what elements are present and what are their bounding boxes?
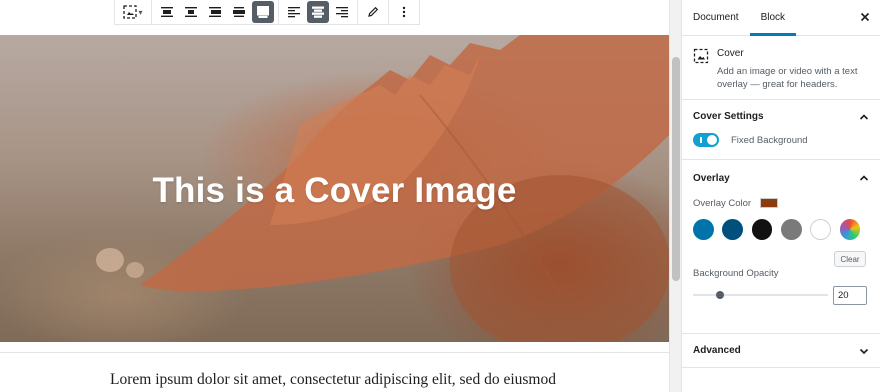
opacity-control: 20 xyxy=(682,284,880,306)
custom-color-picker[interactable] xyxy=(839,219,861,240)
align-left-button[interactable] xyxy=(156,1,178,23)
text-align-center-button[interactable] xyxy=(307,1,329,23)
advanced-panel: Advanced xyxy=(682,334,880,368)
text-align-left-button[interactable] xyxy=(283,1,305,23)
block-icon-wrapper xyxy=(693,47,709,99)
pencil-icon xyxy=(368,6,379,17)
cover-settings-toggle[interactable]: Cover Settings xyxy=(682,100,880,133)
color-swatch-gray[interactable] xyxy=(780,219,802,240)
align-wide-icon xyxy=(233,7,245,17)
align-right-button[interactable] xyxy=(204,1,226,23)
fixed-background-label: Fixed Background xyxy=(731,134,808,146)
color-swatch-black[interactable] xyxy=(751,219,773,240)
paragraph-block[interactable]: Lorem ipsum dolor sit amet, consectetur … xyxy=(110,371,556,389)
color-swatch-dark-blue[interactable] xyxy=(722,219,743,240)
settings-sidebar: Document Block Cover Add an image or vid… xyxy=(681,0,880,392)
opacity-number-input[interactable]: 20 xyxy=(833,285,867,305)
align-right-icon xyxy=(209,7,221,17)
editor-scrollbar[interactable] xyxy=(669,0,681,392)
advanced-toggle[interactable]: Advanced xyxy=(682,334,880,367)
chevron-up-icon xyxy=(859,113,869,120)
opacity-slider[interactable] xyxy=(693,291,828,299)
chevron-down-icon xyxy=(859,348,869,354)
scrollbar-thumb[interactable] xyxy=(672,57,680,281)
align-wide-button[interactable] xyxy=(228,1,250,23)
text-align-right-button[interactable] xyxy=(331,1,353,23)
overlay-toggle[interactable]: Overlay xyxy=(682,160,880,196)
block-card-description: Add an image or video with a text overla… xyxy=(717,66,858,90)
close-icon xyxy=(860,12,870,22)
overlay-title: Overlay xyxy=(693,172,730,184)
edit-image-button[interactable] xyxy=(362,1,384,23)
cover-icon xyxy=(123,5,138,19)
overlay-panel: Overlay Overlay Color Clear Background O… xyxy=(682,160,880,334)
chevron-down-icon: ▾ xyxy=(138,7,143,17)
app: This is a Cover Image ▾ Lorem ipsum dolo… xyxy=(0,0,880,392)
tab-document[interactable]: Document xyxy=(682,0,750,35)
text-alignment-group xyxy=(279,0,358,24)
color-swatch-white[interactable] xyxy=(810,219,831,240)
color-palette xyxy=(682,219,880,240)
text-align-center-icon xyxy=(312,6,324,18)
sidebar-tabs: Document Block xyxy=(682,0,880,36)
toggle-knob xyxy=(707,135,717,145)
cover-block[interactable]: This is a Cover Image xyxy=(0,35,669,342)
block-card-content: Cover Add an image or video with a text … xyxy=(717,47,877,99)
cover-settings-title: Cover Settings xyxy=(693,111,764,122)
align-full-button[interactable] xyxy=(252,1,274,23)
background-opacity-label: Background Opacity xyxy=(693,268,779,279)
align-center-button[interactable] xyxy=(180,1,202,23)
text-align-left-icon xyxy=(288,7,300,18)
block-card-title: Cover xyxy=(717,48,744,59)
overlay-color-indicator xyxy=(760,198,779,208)
align-full-icon xyxy=(257,6,269,18)
tab-block[interactable]: Block xyxy=(749,0,797,36)
alignment-group xyxy=(152,0,279,24)
more-group xyxy=(389,0,419,24)
block-divider xyxy=(0,352,669,353)
color-swatch-blue[interactable] xyxy=(693,219,714,240)
more-options-button[interactable] xyxy=(393,1,415,23)
more-vertical-icon xyxy=(402,6,406,18)
fixed-background-row: Fixed Background xyxy=(682,133,880,159)
block-type-switcher[interactable]: ▾ xyxy=(119,1,147,23)
cover-title[interactable]: This is a Cover Image xyxy=(0,171,669,211)
overlay-color-label: Overlay Color xyxy=(693,197,752,209)
text-align-right-icon xyxy=(336,7,348,18)
advanced-title: Advanced xyxy=(693,345,741,356)
fixed-background-toggle[interactable] xyxy=(693,133,719,147)
align-left-icon xyxy=(161,7,173,17)
clear-color-button[interactable]: Clear xyxy=(834,251,866,267)
overlay-color-row: Overlay Color xyxy=(682,196,880,210)
chevron-up-icon xyxy=(859,175,869,181)
edit-group xyxy=(358,0,389,24)
align-center-icon xyxy=(185,7,197,17)
toggle-on-indicator xyxy=(700,137,702,143)
block-toolbar: ▾ xyxy=(114,0,420,25)
block-type-group: ▾ xyxy=(115,0,152,24)
cover-settings-panel: Cover Settings Fixed Background xyxy=(682,100,880,160)
block-card: Cover Add an image or video with a text … xyxy=(682,36,880,100)
close-sidebar-button[interactable] xyxy=(860,10,870,24)
cover-icon xyxy=(693,48,709,64)
opacity-slider-thumb[interactable] xyxy=(716,291,724,299)
editor-canvas: This is a Cover Image ▾ Lorem ipsum dolo… xyxy=(0,0,669,392)
